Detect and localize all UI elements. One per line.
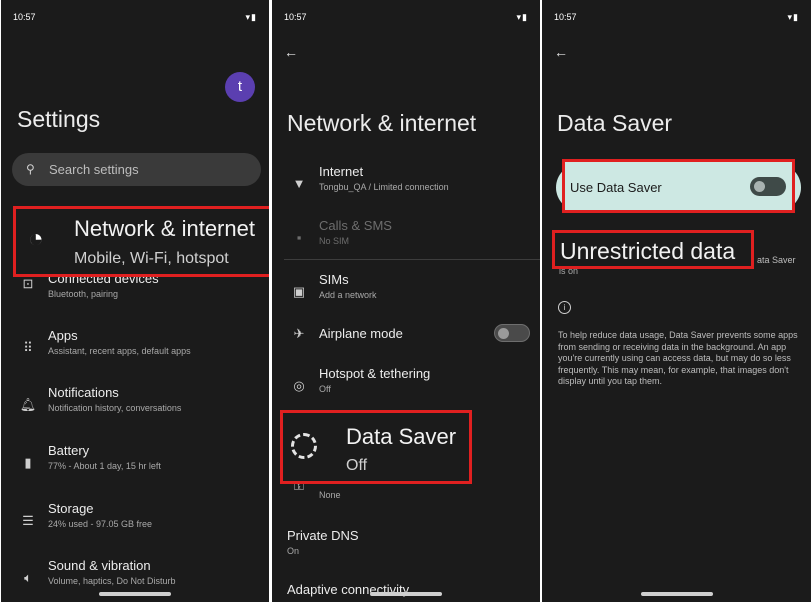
sound-icon: 🔈︎: [24, 570, 32, 585]
wifi-icon: ▼: [292, 176, 306, 191]
item-title: Battery: [48, 443, 90, 458]
data-saver-callout[interactable]: Data Saver Off: [280, 410, 472, 484]
network-internet-title: Network & internet: [74, 216, 255, 241]
gesture-bar: [370, 592, 442, 596]
status-bar: 10:57 ▾▮: [284, 12, 528, 24]
item-title: Internet: [319, 164, 364, 179]
item-title: Storage: [48, 501, 94, 516]
devices-icon: ⊡: [22, 276, 34, 291]
settings-item-connected-devices[interactable]: ⊡ Connected devices Bluetooth, pairing: [1, 271, 269, 321]
network-item-hotspot[interactable]: ◎ Hotspot & tethering Off: [272, 366, 540, 416]
network-item-calls-sms[interactable]: ▪ Calls & SMS No SIM: [272, 218, 540, 268]
settings-panel: 10:57 ▾▮ t Settings ⚲ Search settings ⊡ …: [1, 0, 269, 602]
item-subtitle: On: [287, 546, 300, 556]
page-title: Data Saver: [557, 110, 673, 136]
item-title: Hotspot & tethering: [319, 366, 431, 381]
item-subtitle: Notification history, conversations: [48, 403, 182, 413]
status-time: 10:57: [554, 12, 577, 22]
gesture-bar: [99, 592, 171, 596]
status-bar: 10:57 ▾▮: [554, 12, 799, 24]
apps-grid-icon: ⠿: [23, 340, 33, 355]
gesture-bar: [640, 592, 713, 596]
item-subtitle: None: [319, 490, 341, 500]
item-subtitle: Bluetooth, pairing: [48, 289, 119, 299]
item-subtitle: 77% - About 1 day, 15 hr left: [48, 461, 161, 471]
network-internet-subtitle: Mobile, Wi-Fi, hotspot: [74, 250, 229, 267]
status-time: 10:57: [13, 12, 36, 22]
item-title: Apps: [48, 328, 78, 343]
avatar[interactable]: t: [225, 72, 255, 102]
battery-icon: ▮: [24, 455, 32, 470]
info-icon: i: [558, 301, 571, 314]
calls-sms-icon: ▪: [296, 230, 302, 245]
item-subtitle: No SIM: [319, 236, 350, 246]
item-title: SIMs: [319, 272, 349, 287]
search-placeholder: Search settings: [49, 162, 139, 177]
use-data-saver-label: Use Data Saver: [570, 180, 662, 195]
toggle-knob: [754, 181, 765, 192]
item-subtitle: Tongbu_QA / Limited connection: [319, 182, 449, 192]
network-item-internet[interactable]: ▼ Internet Tongbu_QA / Limited connectio…: [272, 164, 540, 214]
airplane-mode-toggle[interactable]: [494, 324, 530, 342]
settings-item-battery[interactable]: ▮ Battery 77% - About 1 day, 15 hr left: [1, 443, 269, 493]
item-title: Calls & SMS: [319, 218, 392, 233]
search-input[interactable]: ⚲ Search settings: [12, 153, 261, 186]
network-internet-panel: 10:57 ▾▮ ← Network & internet ▼ Internet…: [272, 0, 540, 602]
data-saver-subtitle: Off: [346, 457, 368, 474]
sim-icon: ▣: [292, 284, 306, 299]
page-title: Network & internet: [287, 110, 477, 136]
item-subtitle: 24% used - 97.05 GB free: [48, 519, 153, 529]
item-title: Sound & vibration: [48, 558, 151, 573]
wifi-battery-icon: ▾▮: [787, 12, 799, 22]
item-subtitle: Volume, haptics, Do Not Disturb: [48, 576, 176, 586]
wifi-icon: ◔: [28, 223, 44, 253]
item-subtitle: Add a network: [319, 290, 377, 300]
network-internet-callout[interactable]: ◔ Network & internet Mobile, Wi-Fi, hots…: [13, 206, 269, 277]
back-arrow-icon[interactable]: ←: [554, 44, 568, 60]
hotspot-icon: ◎: [293, 378, 305, 393]
settings-item-notifications[interactable]: 🔔︎ Notifications Notification history, c…: [1, 385, 269, 435]
airplane-icon: ✈: [293, 326, 305, 341]
unrestricted-behind-text: ata Saver: [757, 255, 796, 265]
wifi-battery-icon: ▾▮: [245, 12, 257, 22]
settings-item-apps[interactable]: ⠿ Apps Assistant, recent apps, default a…: [1, 328, 269, 378]
settings-item-storage[interactable]: ☰ Storage 24% used - 97.05 GB free: [1, 501, 269, 551]
item-subtitle: Assistant, recent apps, default apps: [48, 346, 191, 356]
item-title: Airplane mode: [319, 326, 403, 341]
data-saver-title: Data Saver: [346, 424, 457, 449]
data-saver-panel: 10:57 ▾▮ ← Data Saver Use Data Saver ata…: [542, 0, 811, 602]
network-item-sims[interactable]: ▣ SIMs Add a network: [272, 272, 540, 322]
item-title: Private DNS: [287, 528, 359, 543]
unrestricted-data-title: Unrestricted data: [560, 238, 736, 264]
use-data-saver-callout[interactable]: Use Data Saver: [562, 159, 795, 213]
item-subtitle: Off: [319, 384, 331, 394]
item-title: Notifications: [48, 385, 119, 400]
back-arrow-icon[interactable]: ←: [284, 44, 298, 60]
network-item-private-dns[interactable]: Private DNS On: [272, 528, 540, 578]
unrestricted-data-callout[interactable]: Unrestricted data: [552, 230, 754, 269]
status-bar: 10:57 ▾▮: [13, 12, 257, 24]
status-time: 10:57: [284, 12, 307, 22]
bell-icon: 🔔︎: [19, 397, 37, 412]
data-saver-description: To help reduce data usage, Data Saver pr…: [558, 330, 798, 386]
use-data-saver-toggle[interactable]: [750, 177, 786, 196]
storage-icon: ☰: [22, 513, 34, 528]
wifi-battery-icon: ▾▮: [516, 12, 528, 22]
search-icon: ⚲: [26, 162, 35, 176]
page-title: Settings: [17, 106, 101, 132]
data-saver-icon: [291, 433, 317, 459]
divider: [284, 259, 540, 260]
